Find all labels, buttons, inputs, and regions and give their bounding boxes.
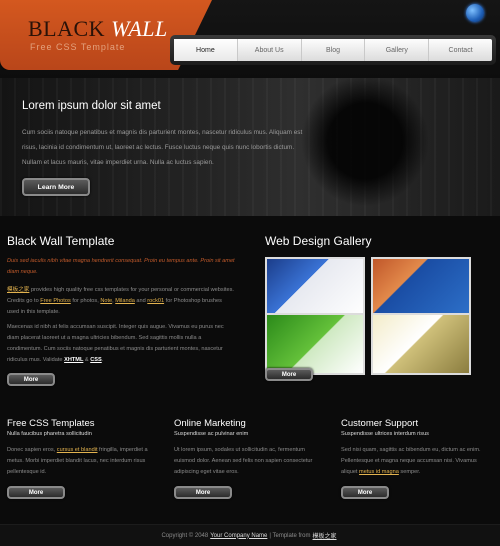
footer-company-link[interactable]: Your Company Name (210, 533, 267, 539)
nav-contact[interactable]: Contact (429, 39, 492, 61)
link-site[interactable]: 模板之家 (7, 287, 29, 293)
bottom-title-3: Customer Support (341, 418, 419, 429)
bottom-text-1: Donec sapien eros, cursus et blandit fri… (7, 445, 155, 478)
credits-text-2: for photos, (70, 298, 101, 304)
footer-source-link[interactable]: 模板之家 (313, 531, 337, 540)
link-milanda[interactable]: Milanda (115, 298, 135, 304)
body-text: Maecenas id nibh at felis accumsan susci… (7, 324, 224, 363)
link-free-photos[interactable]: Free Photos (40, 298, 70, 304)
link-xhtml[interactable]: XHTML (64, 357, 83, 363)
intro-text: Duis sed iaculis nibh vitae magna hendre… (7, 258, 235, 275)
bottom-title-2: Online Marketing (174, 418, 246, 429)
credits-text-4: and (134, 298, 148, 304)
site-logo[interactable]: BLACK WALL (28, 16, 168, 42)
link-metus[interactable]: metus id magna (359, 469, 399, 475)
link-cursus[interactable]: cursus et blandit (57, 447, 98, 453)
logo-subtitle: Free CSS Template (30, 42, 126, 52)
learn-more-button[interactable]: Learn More (22, 178, 90, 196)
gallery-thumbnail-3[interactable] (265, 313, 365, 375)
section-title-black-wall: Black Wall Template (7, 234, 115, 248)
logo-main: BLACK (28, 16, 106, 41)
hero-banner: Lorem ipsum dolor sit amet Cum sociis na… (0, 78, 500, 218)
body-text-end: . (101, 357, 104, 363)
tree-silhouette (290, 78, 440, 218)
nav-gallery[interactable]: Gallery (365, 39, 430, 61)
credits-paragraph: 模板之家 provides high quality free css temp… (7, 285, 235, 318)
footer-separator: | Template from (269, 532, 311, 539)
gallery-thumbnail-1[interactable] (265, 257, 365, 319)
globe-icon[interactable] (466, 4, 484, 22)
link-css[interactable]: CSS (90, 357, 102, 363)
more-button-gallery[interactable]: More (265, 368, 313, 381)
main-nav: Home About Us Blog Gallery Contact (170, 35, 496, 65)
gallery-thumbnail-4[interactable] (371, 313, 471, 375)
nav-blog[interactable]: Blog (302, 39, 366, 61)
body-paragraph: Maecenas id nibh at felis accumsan susci… (7, 322, 237, 366)
hero-text: Cum sociis natoque penatibus et magnis d… (22, 129, 303, 166)
more-button-black-wall[interactable]: More (7, 373, 55, 386)
bottom-text-3: Sed nisi quam, sagittis ac bibendum eu, … (341, 445, 491, 478)
header: BLACK WALL Free CSS Template Home About … (0, 0, 500, 78)
more-button-bottom-3[interactable]: More (341, 486, 389, 499)
nav-about-us[interactable]: About Us (238, 39, 302, 61)
bottom-subtitle-1: Nulla faucibus pharetra sollicitudin (7, 431, 92, 437)
section-title-gallery: Web Design Gallery (265, 234, 372, 248)
gallery-thumbnail-2[interactable] (371, 257, 471, 319)
link-note[interactable]: Note (100, 298, 112, 304)
bottom-subtitle-3: Suspendisse ultrices interdum risus (341, 431, 429, 437)
bottom-title-1: Free CSS Templates (7, 418, 95, 429)
hero-title: Lorem ipsum dolor sit amet (22, 100, 161, 112)
bottom-text-1a: Donec sapien eros, (7, 447, 57, 453)
more-button-bottom-2[interactable]: More (174, 486, 232, 499)
bottom-subtitle-2: Suspendisse ac pulvinar enim (174, 431, 249, 437)
nav-home[interactable]: Home (174, 39, 238, 61)
bottom-text-3b: semper. (398, 469, 421, 475)
link-rock01[interactable]: rock01 (147, 298, 164, 304)
logo-accent: WALL (111, 16, 168, 41)
bottom-text-2: Ut lorem ipsum, sodales ut sollicitudin … (174, 447, 313, 475)
footer-copyright: Copyright © 2048 (161, 532, 209, 539)
footer: Copyright © 2048 Your Company Name | Tem… (0, 524, 500, 546)
more-button-bottom-1[interactable]: More (7, 486, 65, 499)
